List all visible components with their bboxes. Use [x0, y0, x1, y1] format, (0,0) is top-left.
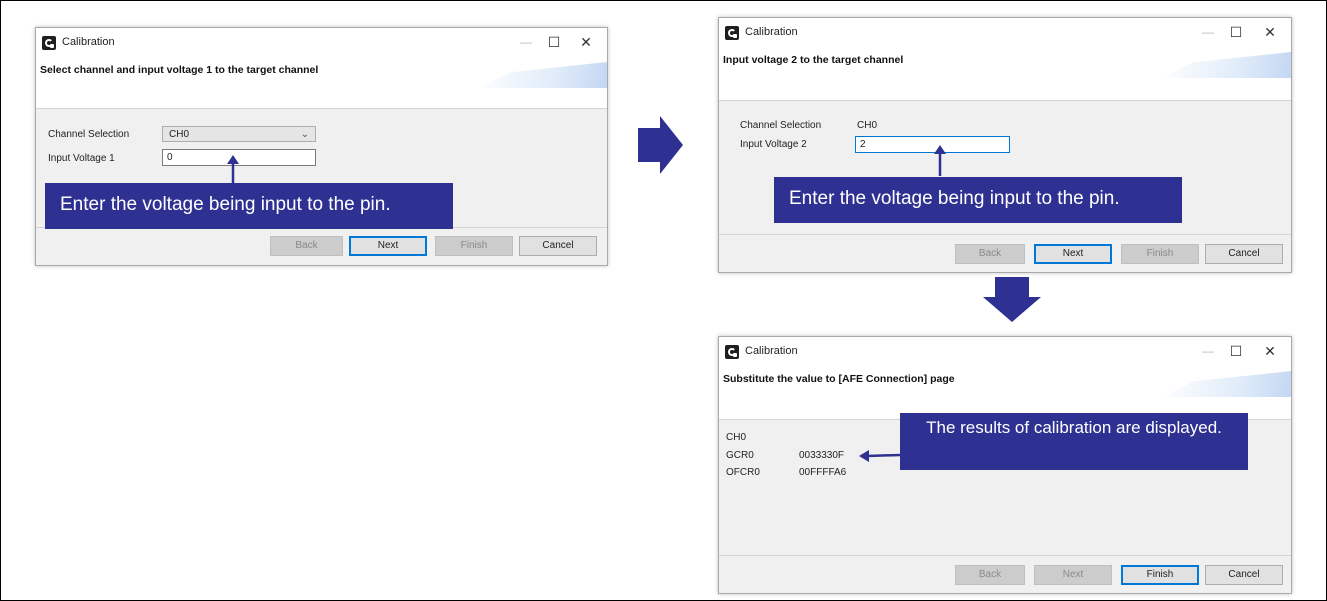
flow-arrow-down [983, 277, 1041, 322]
wizard-footer: Back Next Finish Cancel [719, 555, 1291, 593]
callout-enter-voltage-step2: Enter the voltage being input to the pin… [774, 177, 1182, 223]
app-icon [725, 345, 739, 359]
input-voltage-1-label: Input Voltage 1 [48, 153, 115, 164]
window-title: Calibration [745, 26, 798, 38]
close-icon[interactable]: ✕ [1259, 22, 1281, 42]
next-button[interactable]: Next [1034, 565, 1112, 585]
header-swoosh [1161, 52, 1291, 78]
title-bar: Calibration — ☐ ✕ [719, 337, 1291, 367]
next-button[interactable]: Next [1034, 244, 1112, 264]
next-button[interactable]: Next [349, 236, 427, 256]
app-icon [42, 36, 56, 50]
channel-selection-label: Channel Selection [740, 120, 822, 131]
maximize-icon[interactable]: ☐ [543, 32, 565, 52]
callout-pointer-step3 [859, 450, 901, 462]
ofcr-value: 00FFFFA6 [799, 467, 847, 478]
minimize-icon[interactable]: — [1197, 22, 1219, 42]
callout-results-displayed: The results of calibration are displayed… [900, 413, 1248, 470]
back-button[interactable]: Back [955, 244, 1025, 264]
callout-text: The results of calibration are displayed… [926, 418, 1222, 437]
channel-select[interactable]: CH0 ⌄ [162, 126, 316, 142]
back-button[interactable]: Back [270, 236, 343, 256]
wizard-header: Input voltage 2 to the target channel [719, 48, 1291, 101]
page-heading: Select channel and input voltage 1 to th… [40, 64, 319, 76]
channel-select-value: CH0 [169, 129, 190, 140]
callout-text: Enter the voltage being input to the pin… [789, 188, 1120, 209]
callout-enter-voltage-step1: Enter the voltage being input to the pin… [45, 183, 453, 229]
gcr-label: GCR0 [726, 450, 754, 461]
callout-pointer-step2 [934, 145, 946, 176]
input-voltage-2-value: 2 [860, 139, 866, 150]
cancel-button[interactable]: Cancel [1205, 565, 1283, 585]
close-icon[interactable]: ✕ [1259, 341, 1281, 361]
cancel-button[interactable]: Cancel [519, 236, 597, 256]
app-icon [725, 26, 739, 40]
header-swoosh [477, 62, 607, 88]
wizard-footer: Back Next Finish Cancel [719, 234, 1291, 272]
window-title: Calibration [745, 345, 798, 357]
maximize-icon[interactable]: ☐ [1225, 341, 1247, 361]
header-swoosh [1161, 371, 1291, 397]
title-bar: Calibration — ☐ ✕ [36, 28, 607, 58]
wizard-header: Select channel and input voltage 1 to th… [36, 58, 607, 109]
finish-button[interactable]: Finish [1121, 565, 1199, 585]
finish-button[interactable]: Finish [1121, 244, 1199, 264]
flow-arrow-right [638, 116, 683, 174]
channel-selection-label: Channel Selection [48, 129, 130, 140]
finish-button[interactable]: Finish [435, 236, 513, 256]
page-heading: Input voltage 2 to the target channel [723, 54, 904, 66]
channel-label: CH0 [726, 432, 747, 443]
cancel-button[interactable]: Cancel [1205, 244, 1283, 264]
back-button[interactable]: Back [955, 565, 1025, 585]
input-voltage-2-label: Input Voltage 2 [740, 139, 807, 150]
window-title: Calibration [62, 36, 115, 48]
gcr-value: 0033330F [799, 450, 845, 461]
minimize-icon[interactable]: — [1197, 341, 1219, 361]
wizard-footer: Back Next Finish Cancel [36, 227, 607, 265]
title-bar: Calibration — ☐ ✕ [719, 18, 1291, 48]
callout-pointer-step1 [227, 155, 239, 184]
calibration-window-step1: Calibration — ☐ ✕ Select channel and inp… [35, 27, 608, 266]
callout-text: Enter the voltage being input to the pin… [60, 194, 391, 215]
close-icon[interactable]: ✕ [575, 32, 597, 52]
page-heading: Substitute the value to [AFE Connection]… [723, 373, 955, 385]
chevron-down-icon: ⌄ [300, 129, 309, 140]
calibration-window-step2: Calibration — ☐ ✕ Input voltage 2 to the… [718, 17, 1292, 273]
ofcr-label: OFCR0 [726, 467, 760, 478]
input-voltage-1-value: 0 [167, 152, 173, 163]
maximize-icon[interactable]: ☐ [1225, 22, 1247, 42]
channel-value: CH0 [857, 120, 878, 131]
minimize-icon[interactable]: — [515, 32, 537, 52]
